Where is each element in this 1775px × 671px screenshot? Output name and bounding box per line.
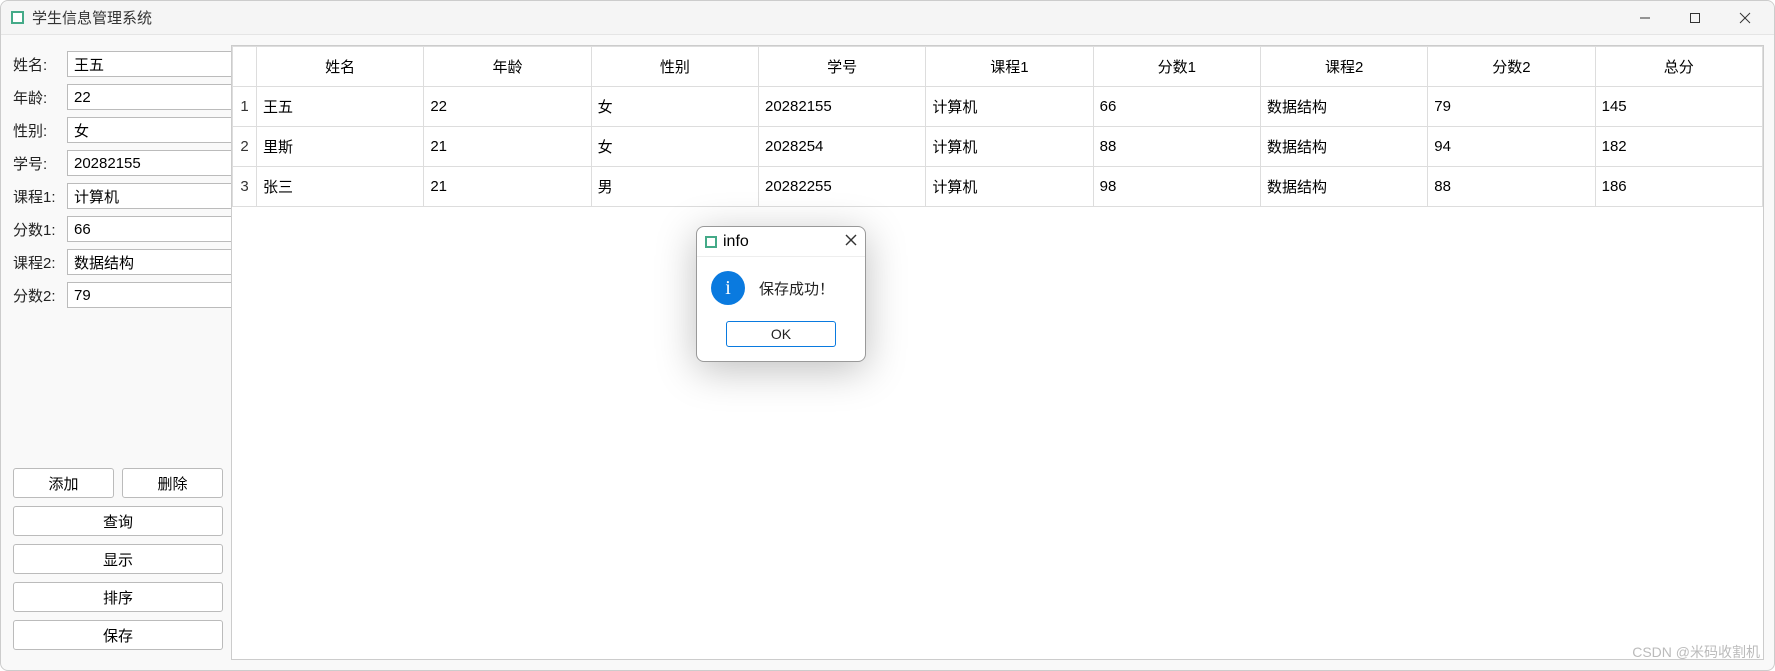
dialog-message: 保存成功！ — [759, 278, 834, 299]
titlebar: 学生信息管理系统 — [1, 1, 1774, 35]
add-button[interactable]: 添加 — [13, 468, 114, 498]
label-score1: 分数1: — [13, 219, 63, 240]
dialog-app-icon — [705, 236, 717, 248]
label-course1: 课程1: — [13, 186, 63, 207]
table-cell[interactable]: 数据结构 — [1260, 127, 1427, 167]
table-cell[interactable]: 22 — [424, 87, 591, 127]
label-age: 年龄: — [13, 87, 63, 108]
column-header[interactable]: 学号 — [758, 47, 925, 87]
dialog-close-button[interactable] — [845, 233, 857, 251]
table-row[interactable]: 3张三21男20282255计算机98数据结构88186 — [233, 167, 1763, 207]
data-table[interactable]: 姓名年龄性别学号课程1分数1课程2分数2总分 1王五22女20282155计算机… — [232, 46, 1763, 207]
info-dialog: info i 保存成功！ OK — [696, 226, 866, 362]
dialog-ok-button[interactable]: OK — [726, 321, 836, 347]
table-cell[interactable]: 98 — [1093, 167, 1260, 207]
column-header[interactable]: 课程2 — [1260, 47, 1427, 87]
close-button[interactable] — [1720, 1, 1770, 35]
label-name: 姓名: — [13, 54, 63, 75]
table-cell[interactable]: 里斯 — [257, 127, 424, 167]
label-sid: 学号: — [13, 153, 63, 174]
table-cell[interactable]: 20282155 — [758, 87, 925, 127]
table-cell[interactable]: 21 — [424, 127, 591, 167]
sort-button[interactable]: 排序 — [13, 582, 223, 612]
data-table-container: 姓名年龄性别学号课程1分数1课程2分数2总分 1王五22女20282155计算机… — [231, 45, 1764, 660]
window-title: 学生信息管理系统 — [32, 7, 152, 28]
table-cell[interactable]: 79 — [1428, 87, 1595, 127]
dialog-title: info — [723, 233, 749, 251]
table-cell[interactable]: 王五 — [257, 87, 424, 127]
show-button[interactable]: 显示 — [13, 544, 223, 574]
maximize-button[interactable] — [1670, 1, 1720, 35]
table-cell[interactable]: 张三 — [257, 167, 424, 207]
table-cell[interactable]: 66 — [1093, 87, 1260, 127]
table-cell[interactable]: 数据结构 — [1260, 167, 1427, 207]
info-icon: i — [711, 271, 745, 305]
table-cell[interactable]: 182 — [1595, 127, 1762, 167]
table-cell[interactable]: 186 — [1595, 167, 1762, 207]
row-index: 3 — [233, 167, 257, 207]
label-score2: 分数2: — [13, 285, 63, 306]
table-cell[interactable]: 计算机 — [926, 127, 1093, 167]
column-header[interactable]: 课程1 — [926, 47, 1093, 87]
table-cell[interactable]: 男 — [591, 167, 758, 207]
table-cell[interactable]: 88 — [1428, 167, 1595, 207]
column-header[interactable]: 性别 — [591, 47, 758, 87]
form-panel: 姓名: 年龄: 性别: 学号: 课程1: 分数1: 课程2: 分数2: 添加 删… — [11, 45, 225, 660]
column-header[interactable]: 姓名 — [257, 47, 424, 87]
column-header[interactable]: 分数1 — [1093, 47, 1260, 87]
table-cell[interactable]: 女 — [591, 87, 758, 127]
column-header[interactable]: 总分 — [1595, 47, 1762, 87]
column-header[interactable]: 年龄 — [424, 47, 591, 87]
app-icon — [11, 11, 24, 24]
table-cell[interactable]: 女 — [591, 127, 758, 167]
table-cell[interactable]: 计算机 — [926, 167, 1093, 207]
row-index: 1 — [233, 87, 257, 127]
label-course2: 课程2: — [13, 252, 63, 273]
delete-button[interactable]: 删除 — [122, 468, 223, 498]
table-cell[interactable]: 数据结构 — [1260, 87, 1427, 127]
table-row[interactable]: 1王五22女20282155计算机66数据结构79145 — [233, 87, 1763, 127]
table-cell[interactable]: 20282255 — [758, 167, 925, 207]
table-row[interactable]: 2里斯21女2028254计算机88数据结构94182 — [233, 127, 1763, 167]
table-cell[interactable]: 94 — [1428, 127, 1595, 167]
table-cell[interactable]: 2028254 — [758, 127, 925, 167]
table-cell[interactable]: 88 — [1093, 127, 1260, 167]
label-gender: 性别: — [13, 120, 63, 141]
corner-cell — [233, 47, 257, 87]
query-button[interactable]: 查询 — [13, 506, 223, 536]
minimize-button[interactable] — [1620, 1, 1670, 35]
table-cell[interactable]: 145 — [1595, 87, 1762, 127]
main-window: 学生信息管理系统 姓名: 年龄: 性别: 学号: 课程1: 分数1: 课程2: — [0, 0, 1775, 671]
column-header[interactable]: 分数2 — [1428, 47, 1595, 87]
save-button[interactable]: 保存 — [13, 620, 223, 650]
table-cell[interactable]: 21 — [424, 167, 591, 207]
row-index: 2 — [233, 127, 257, 167]
table-cell[interactable]: 计算机 — [926, 87, 1093, 127]
